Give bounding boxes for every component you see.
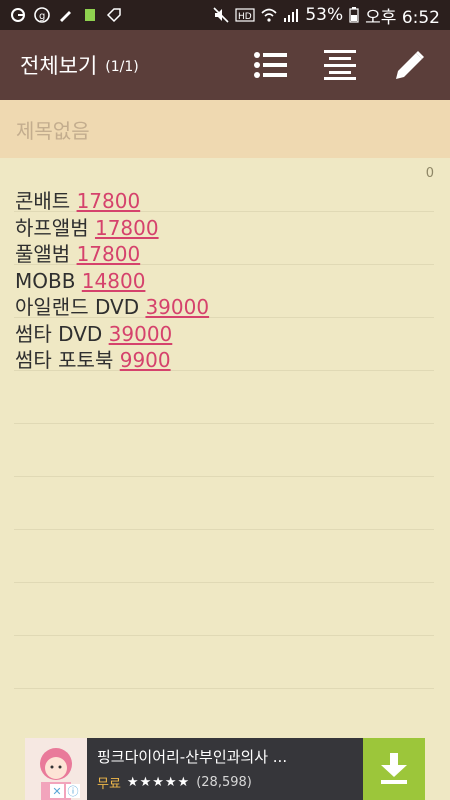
clock: 오후 6:52 [365, 7, 440, 28]
mute-icon [213, 7, 229, 23]
list-view-button[interactable] [248, 43, 292, 87]
wifi-icon [261, 7, 277, 23]
note-line: 하프앨범 17800 [15, 215, 159, 240]
signal-icon [283, 7, 299, 23]
price-link[interactable]: 39000 [145, 295, 209, 319]
ruled-line [14, 688, 434, 689]
cloud-icon: g [34, 7, 50, 23]
note-editor[interactable]: 0 콘배트 17800 하프앨범 17800 풀앨범 17800 MOBB 14… [0, 158, 450, 738]
edit-button[interactable] [388, 43, 432, 87]
note-line: 썸타 포토북 9900 [15, 348, 171, 372]
ruled-line [14, 423, 434, 424]
ad-title: 핑크다이어리-산부인과의사 ... [97, 748, 288, 766]
svg-text:g: g [39, 11, 45, 22]
ruled-line [14, 635, 434, 636]
edit-pencil-icon [396, 51, 424, 79]
price-link[interactable]: 17800 [77, 242, 141, 266]
price-link[interactable]: 39000 [109, 322, 173, 346]
battery-percent: 53% [305, 5, 344, 25]
note-line: 썸타 DVD 39000 [15, 321, 173, 346]
page-title: 전체보기 [20, 54, 98, 78]
ad-close-icon[interactable]: ✕ [50, 784, 64, 798]
app-toolbar: 전체보기 (1/1) [0, 30, 450, 100]
note-count: (1/1) [105, 59, 139, 75]
note-line: 아일랜드 DVD 39000 [15, 295, 210, 319]
download-icon [381, 753, 407, 784]
tag-icon [106, 7, 122, 23]
review-count: (28,598) [196, 775, 252, 790]
ruled-line [14, 582, 434, 583]
battery-saver-icon [82, 7, 98, 23]
ad-info-icon[interactable]: ⓘ [66, 784, 80, 798]
status-bar: g HD 53% 오후 6:52 [0, 0, 450, 30]
character-count: 0 [425, 166, 434, 181]
note-line: MOBB 14800 [15, 268, 146, 293]
rating-stars: ★★★★★ [126, 775, 191, 790]
download-button[interactable] [363, 738, 425, 800]
g-icon [10, 7, 26, 23]
note-line: 콘배트 17800 [15, 189, 141, 213]
price-link[interactable]: 9900 [120, 348, 171, 372]
svg-text:HD: HD [238, 12, 252, 22]
price-link[interactable]: 17800 [95, 216, 159, 240]
align-button[interactable] [318, 43, 362, 87]
battery-icon [349, 7, 359, 23]
ruled-line [14, 476, 434, 477]
list-icon [254, 52, 287, 78]
price-link[interactable]: 14800 [82, 269, 146, 293]
ruled-line [14, 529, 434, 530]
note-title-field[interactable]: 제목없음 [0, 100, 450, 158]
align-center-icon [324, 50, 356, 80]
pen-icon [58, 7, 74, 23]
price-link[interactable]: 17800 [77, 189, 141, 213]
ad-price: 무료 [97, 777, 121, 792]
note-line: 풀앨범 17800 [15, 242, 141, 266]
note-body: 콘배트 17800 하프앨범 17800 풀앨범 17800 MOBB 1480… [15, 188, 209, 374]
title-placeholder: 제목없음 [16, 118, 90, 143]
hd-icon: HD [235, 7, 255, 23]
ad-banner[interactable]: 핑크다이어리-산부인과의사 ... 무료 ★★★★★ (28,598) ✕ ⓘ [25, 738, 425, 800]
